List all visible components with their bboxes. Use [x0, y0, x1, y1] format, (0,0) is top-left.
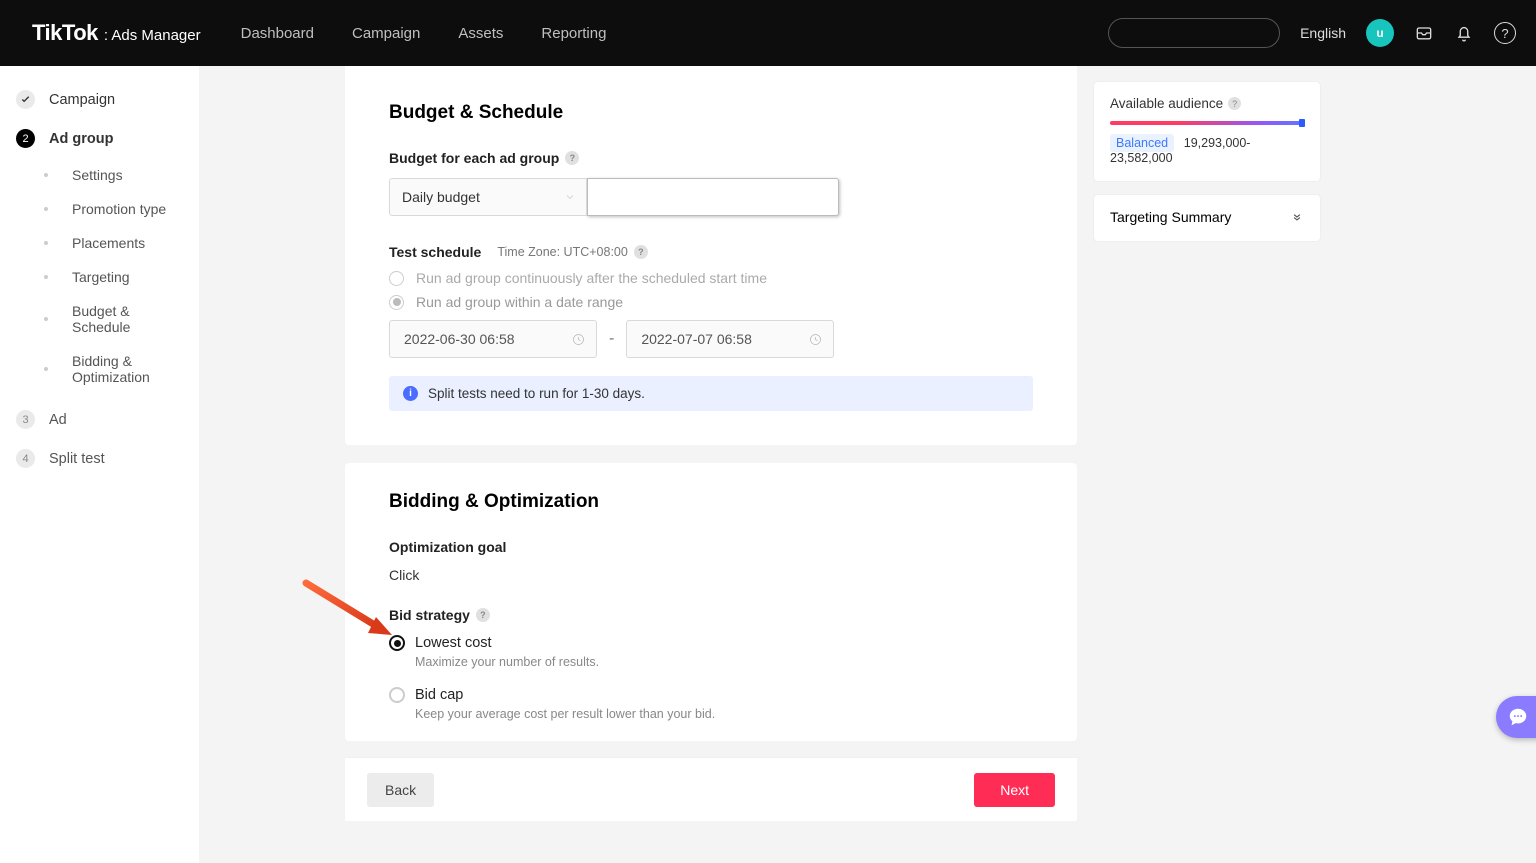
sidebar-item-budget-schedule[interactable]: Budget & Schedule	[0, 294, 199, 344]
lowest-cost-description: Maximize your number of results.	[415, 655, 1033, 669]
chat-fab[interactable]	[1496, 696, 1536, 738]
schedule-option-continuous[interactable]: Run ad group continuously after the sche…	[389, 270, 1033, 286]
targeting-summary-header: Targeting Summary	[1110, 209, 1304, 225]
radio-icon	[389, 295, 404, 310]
avatar[interactable]: u	[1366, 19, 1394, 47]
audience-status-badge: Balanced	[1110, 134, 1174, 152]
audience-status-row: Balanced 19,293,000-23,582,000	[1110, 135, 1304, 165]
sidebar-item-promotion-type[interactable]: Promotion type	[0, 192, 199, 226]
nav-reporting[interactable]: Reporting	[541, 25, 606, 42]
topbar-right: English u ?	[1108, 18, 1516, 48]
language-switch[interactable]: English	[1300, 25, 1346, 41]
step-ad-group[interactable]: 2 Ad group	[0, 119, 199, 158]
card-title: Bidding & Optimization	[389, 491, 1033, 513]
bid-cap-description: Keep your average cost per result lower …	[415, 707, 1033, 721]
bidding-optimization-card: Bidding & Optimization Optimization goal…	[345, 463, 1077, 741]
bid-option-bid-cap[interactable]: Bid cap	[389, 687, 1033, 703]
card-title: Budget & Schedule	[389, 102, 1033, 124]
step-number-icon: 4	[16, 449, 35, 468]
sidebar-item-bidding-optimization[interactable]: Bidding & Optimization	[0, 344, 199, 394]
nav-assets[interactable]: Assets	[458, 25, 503, 42]
audience-scale-bar	[1110, 121, 1304, 125]
end-date-input[interactable]: 2022-07-07 06:58	[626, 320, 834, 358]
chevron-down-icon	[564, 191, 576, 203]
nav-campaign[interactable]: Campaign	[352, 25, 420, 42]
help-icon[interactable]: ?	[476, 608, 490, 622]
help-icon[interactable]: ?	[634, 245, 648, 259]
help-icon[interactable]: ?	[1494, 22, 1516, 44]
radio-icon	[389, 635, 405, 651]
nav-dashboard[interactable]: Dashboard	[241, 25, 314, 42]
schedule-label: Test schedule Time Zone: UTC+08:00 ?	[389, 244, 1033, 260]
back-button[interactable]: Back	[367, 773, 434, 807]
radio-icon	[389, 271, 404, 286]
date-range-row: 2022-06-30 06:58 - 2022-07-07 06:58	[389, 320, 1033, 358]
sidebar: Campaign 2 Ad group Settings Promotion t…	[0, 66, 199, 863]
top-nav: Dashboard Campaign Assets Reporting	[241, 25, 607, 42]
clock-icon	[571, 332, 586, 347]
available-audience-card: Available audience ? Balanced 19,293,000…	[1094, 82, 1320, 181]
optimization-goal-value: Click	[389, 567, 1033, 583]
budget-row: Daily budget	[389, 178, 1033, 216]
audience-title: Available audience ?	[1110, 96, 1304, 111]
bell-icon[interactable]	[1454, 23, 1474, 43]
sidebar-item-targeting[interactable]: Targeting	[0, 260, 199, 294]
info-icon: i	[403, 386, 418, 401]
bid-option-lowest-cost[interactable]: Lowest cost	[389, 635, 1033, 651]
brand-sub: : Ads Manager	[104, 27, 201, 44]
step-ad[interactable]: 3 Ad	[0, 400, 199, 439]
step-number-icon: 3	[16, 410, 35, 429]
brand-main: TikTok	[32, 20, 98, 46]
help-icon[interactable]: ?	[1228, 97, 1241, 110]
right-column: Available audience ? Balanced 19,293,000…	[1094, 82, 1320, 241]
main-column: Budget & Schedule Budget for each ad gro…	[345, 66, 1077, 741]
help-icon[interactable]: ?	[565, 151, 579, 165]
radio-icon	[389, 687, 405, 703]
inbox-icon[interactable]	[1414, 23, 1434, 43]
budget-amount-input[interactable]	[587, 178, 839, 216]
sidebar-item-placements[interactable]: Placements	[0, 226, 199, 260]
budget-type-select[interactable]: Daily budget	[389, 178, 587, 216]
sidebar-item-settings[interactable]: Settings	[0, 158, 199, 192]
budget-schedule-card: Budget & Schedule Budget for each ad gro…	[345, 66, 1077, 445]
start-date-input[interactable]: 2022-06-30 06:58	[389, 320, 597, 358]
topbar: TikTok : Ads Manager Dashboard Campaign …	[0, 0, 1536, 66]
footer-bar: Back Next	[345, 757, 1077, 821]
bid-strategy-label: Bid strategy ?	[389, 607, 1033, 623]
check-icon	[16, 90, 35, 109]
chevron-double-down-icon	[1290, 210, 1304, 224]
search-input[interactable]	[1108, 18, 1280, 48]
chat-icon	[1507, 706, 1529, 728]
step-campaign[interactable]: Campaign	[0, 80, 199, 119]
date-separator: -	[609, 330, 614, 348]
budget-label: Budget for each ad group ?	[389, 150, 1033, 166]
optimization-goal-label: Optimization goal	[389, 539, 1033, 555]
step-number-icon: 2	[16, 129, 35, 148]
step-split-test[interactable]: 4 Split test	[0, 439, 199, 478]
logo[interactable]: TikTok : Ads Manager	[32, 20, 201, 46]
next-button[interactable]: Next	[974, 773, 1055, 807]
clock-icon	[808, 332, 823, 347]
schedule-option-range[interactable]: Run ad group within a date range	[389, 294, 1033, 310]
audience-marker-icon	[1299, 119, 1305, 127]
timezone-text: Time Zone: UTC+08:00	[497, 245, 628, 259]
targeting-summary-card[interactable]: Targeting Summary	[1094, 195, 1320, 241]
split-test-info-banner: i Split tests need to run for 1-30 days.	[389, 376, 1033, 411]
